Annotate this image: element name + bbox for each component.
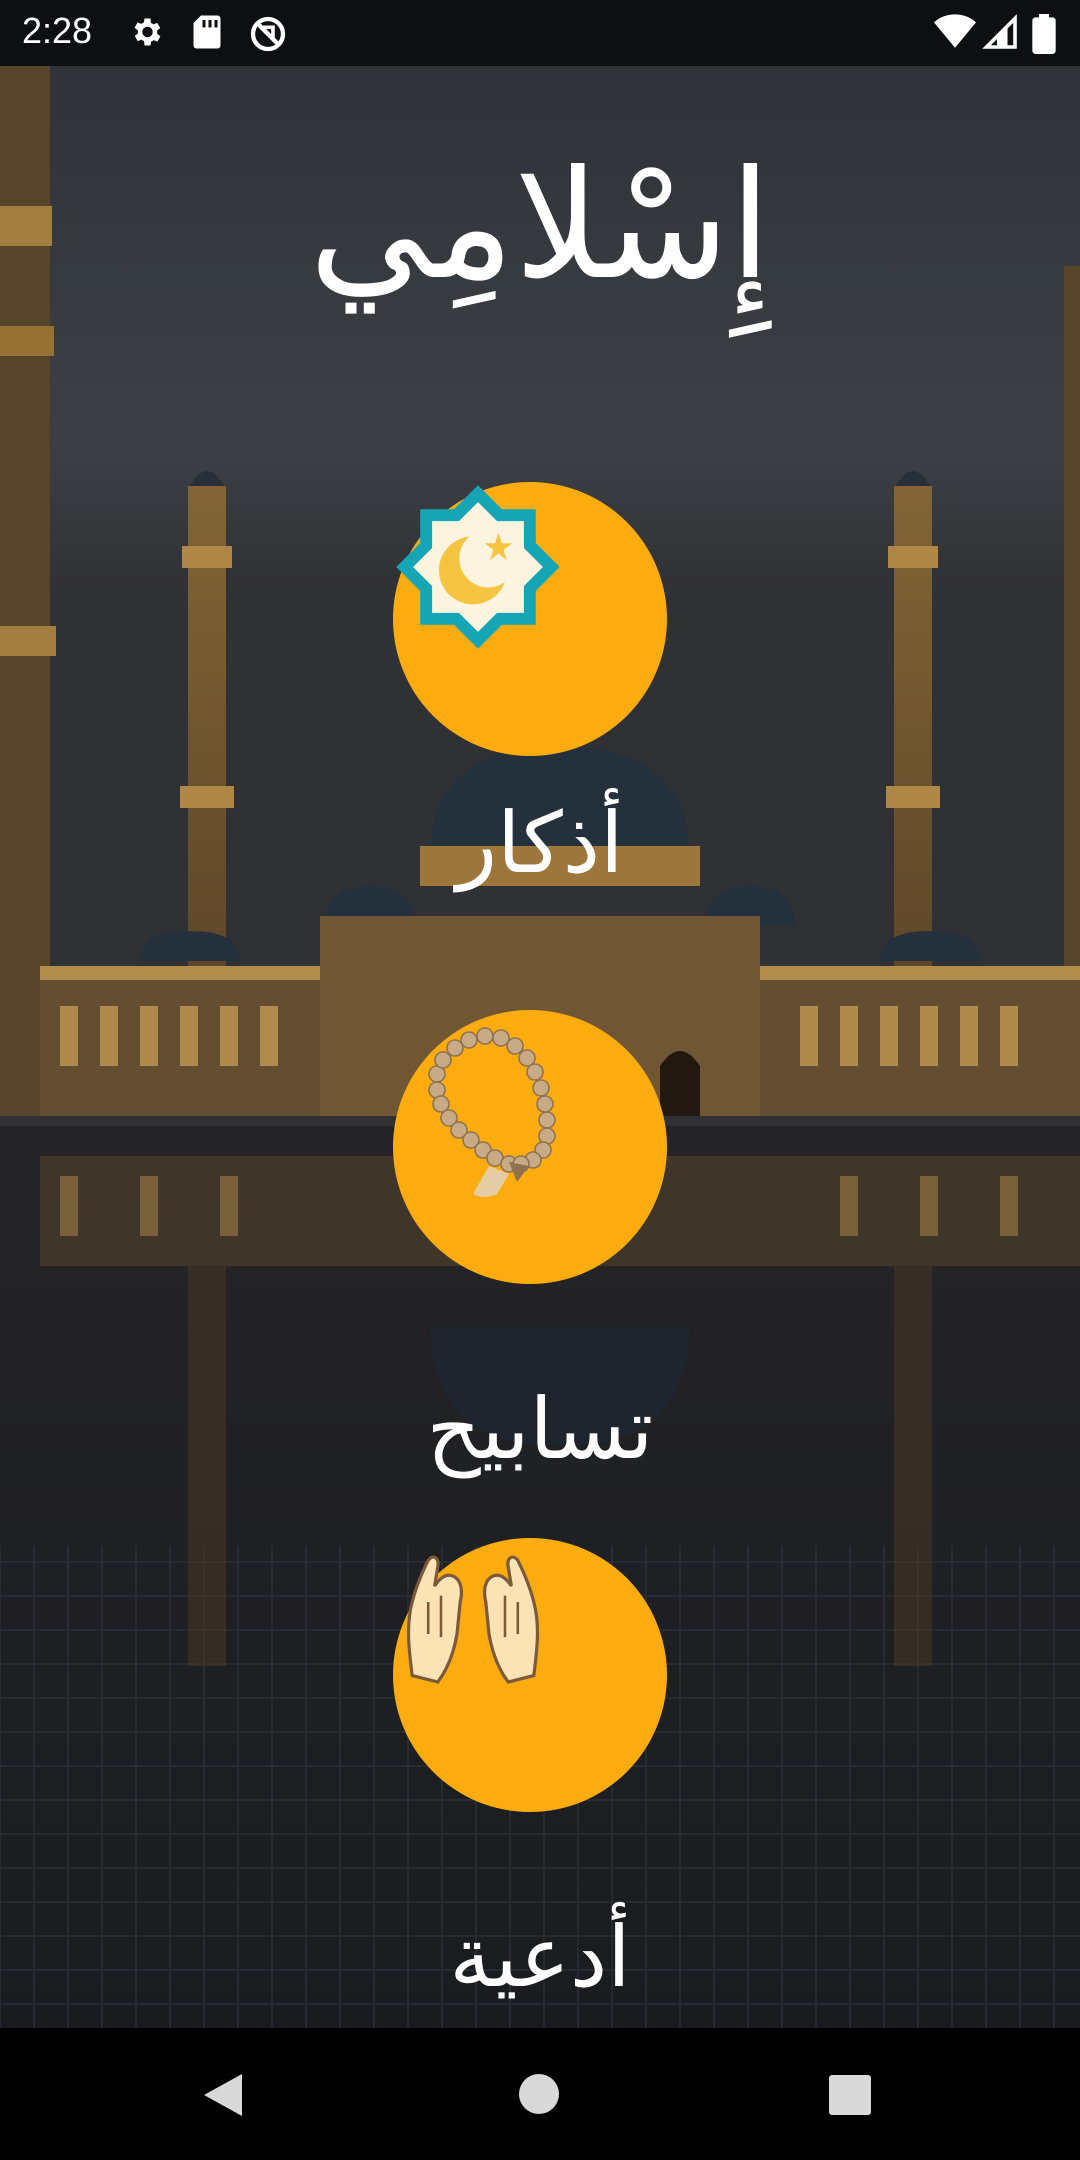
- recents-icon[interactable]: [829, 2075, 871, 2115]
- prayer-beads-icon: [428, 1027, 556, 1197]
- navigation-bar: [0, 2028, 1080, 2160]
- back-icon[interactable]: [202, 2072, 244, 2118]
- home-icon[interactable]: [519, 2074, 559, 2114]
- tasabeeh-label[interactable]: تسابيح: [0, 1374, 1080, 1484]
- sync-off-icon: [250, 16, 286, 52]
- adiya-button[interactable]: [393, 1538, 667, 1812]
- gear-icon: [134, 18, 161, 46]
- mosque-background: إِسْلامِي أذكار تسابيح أدعية: [0, 66, 1080, 2028]
- tasabeeh-button[interactable]: [393, 1010, 667, 1284]
- status-time: 2:28: [22, 10, 93, 51]
- status-bar: 2:28: [0, 0, 1080, 66]
- sd-card-icon: [193, 15, 221, 49]
- islamic-star-crescent-icon: [396, 485, 560, 649]
- battery-icon: [1032, 14, 1056, 54]
- adiya-label[interactable]: أدعية: [0, 1902, 1080, 2012]
- praying-hands-icon: [406, 1555, 540, 1684]
- app-title: إِسْلامِي: [308, 139, 772, 313]
- adhkar-button[interactable]: [393, 482, 667, 756]
- signal-icon: [982, 14, 1017, 49]
- wifi-icon: [934, 14, 976, 48]
- adhkar-label[interactable]: أذكار: [0, 788, 1080, 898]
